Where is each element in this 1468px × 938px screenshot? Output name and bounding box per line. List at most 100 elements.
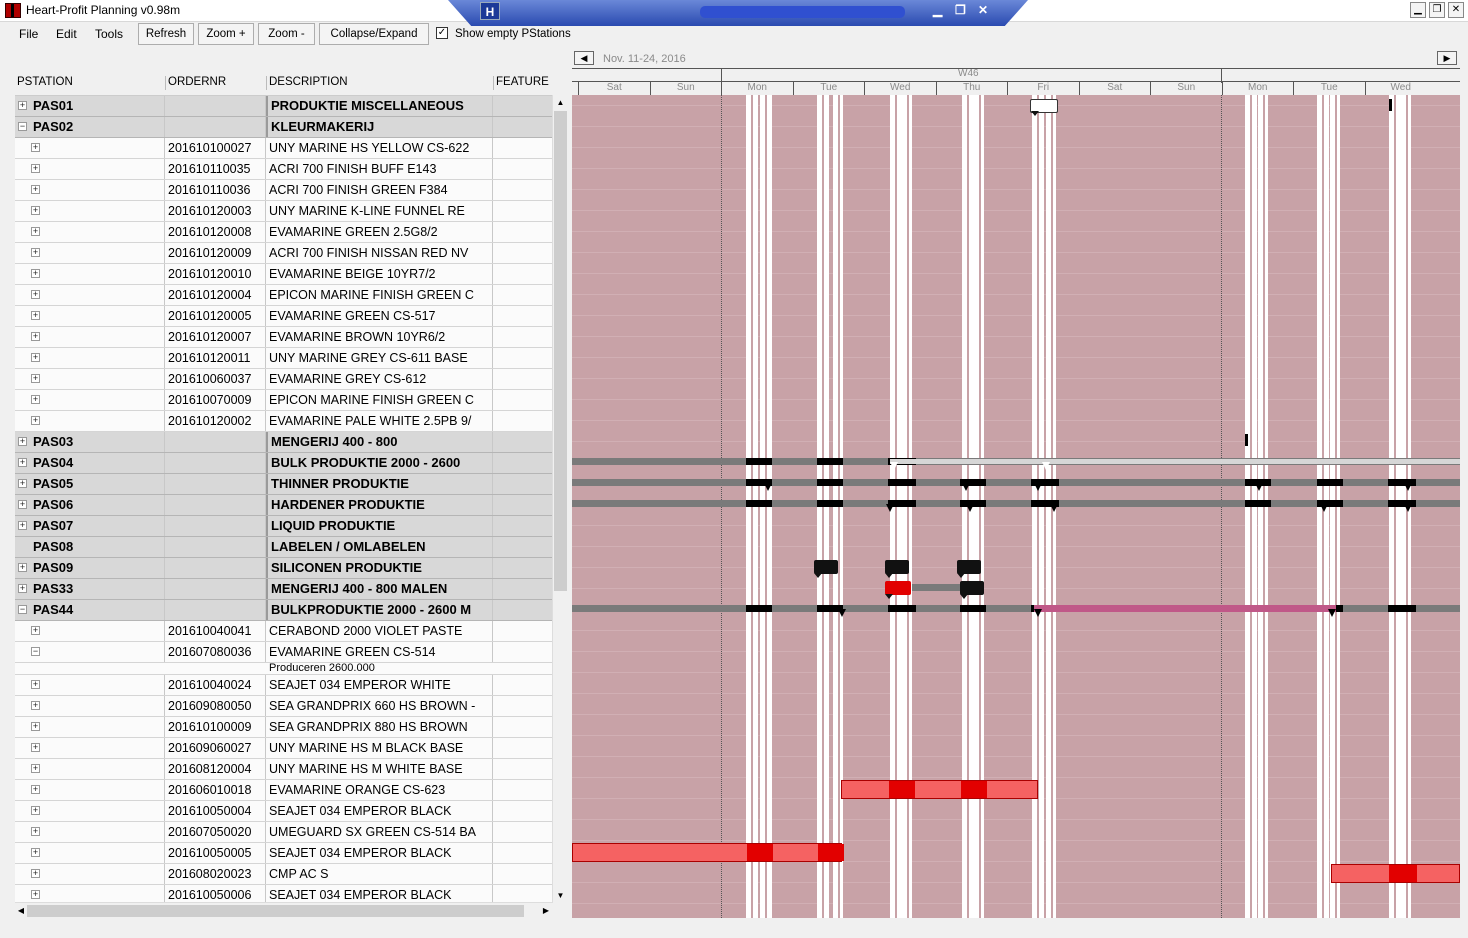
operation-marker-icon[interactable] <box>1404 504 1412 512</box>
column-header-description[interactable]: DESCRIPTION <box>269 76 348 88</box>
expand-icon[interactable]: + <box>31 806 40 815</box>
order-row[interactable]: +201610100009 SEA GRANDPRIX 880 HS BROWN <box>15 717 552 738</box>
remote-minimize-icon[interactable]: ▁ <box>933 3 942 17</box>
operation-marker-icon[interactable] <box>1320 504 1328 512</box>
expand-icon[interactable]: + <box>31 227 40 236</box>
expand-icon[interactable]: + <box>18 458 27 467</box>
vertical-scrollbar[interactable]: ▲ ▼ <box>552 95 568 903</box>
order-bar[interactable] <box>572 843 844 862</box>
order-row[interactable]: +201610060037 EVAMARINE GREY CS-612 <box>15 369 552 390</box>
operation-marker-icon[interactable] <box>1034 483 1042 491</box>
pstation-row[interactable]: − PAS02 KLEURMAKERIJ <box>15 117 552 138</box>
order-row[interactable]: +201610040041 CERABOND 2000 VIOLET PASTE <box>15 621 552 642</box>
expand-icon[interactable]: + <box>18 521 27 530</box>
order-row[interactable]: +201610050006 SEAJET 034 EMPEROR BLACK <box>15 885 552 903</box>
expand-icon[interactable]: + <box>31 722 40 731</box>
horizontal-scrollbar[interactable]: ◀ ▶ <box>15 902 552 918</box>
pstation-row[interactable]: + PAS07 LIQUID PRODUKTIE <box>15 516 552 537</box>
scroll-thumb[interactable] <box>554 111 567 591</box>
expand-icon[interactable]: + <box>31 143 40 152</box>
expand-icon[interactable]: + <box>31 701 40 710</box>
operation-tick[interactable] <box>1389 99 1392 111</box>
order-row[interactable]: +201610120003 UNY MARINE K-LINE FUNNEL RE <box>15 201 552 222</box>
operation-marker-icon[interactable] <box>764 483 772 491</box>
expand-icon[interactable]: + <box>18 437 27 446</box>
expand-icon[interactable]: + <box>31 764 40 773</box>
operation-row[interactable]: Produceren 2600.000 <box>15 662 552 675</box>
column-header-feature[interactable]: FEATURE <box>496 76 549 88</box>
order-row[interactable]: +201610120009 ACRI 700 FINISH NISSAN RED … <box>15 243 552 264</box>
pstation-row[interactable]: + PAS09 SILICONEN PRODUKTIE <box>15 558 552 579</box>
pstation-row[interactable]: PAS08 LABELEN / OMLABELEN <box>15 537 552 558</box>
order-row[interactable]: +201610120010 EVAMARINE BEIGE 10YR7/2 <box>15 264 552 285</box>
order-row[interactable]: +201610040024 SEAJET 034 EMPEROR WHITE <box>15 675 552 696</box>
expand-icon[interactable]: + <box>31 353 40 362</box>
order-row[interactable]: +201610050005 SEAJET 034 EMPEROR BLACK <box>15 843 552 864</box>
menu-edit[interactable]: Edit <box>56 27 77 41</box>
operation-marker-icon[interactable] <box>1404 483 1412 491</box>
collapse-icon[interactable]: − <box>18 605 27 614</box>
order-row[interactable]: +201610110035 ACRI 700 FINISH BUFF E143 <box>15 159 552 180</box>
expand-icon[interactable]: + <box>31 248 40 257</box>
zoom-out-button[interactable]: Zoom - <box>258 23 315 45</box>
pstation-row[interactable]: + PAS33 MENGERIJ 400 - 800 MALEN <box>15 579 552 600</box>
operation-block[interactable] <box>885 560 909 578</box>
zoom-in-button[interactable]: Zoom + <box>198 23 254 45</box>
menu-tools[interactable]: Tools <box>95 27 123 41</box>
pstation-row[interactable]: + PAS03 MENGERIJ 400 - 800 <box>15 432 552 453</box>
expand-icon[interactable]: + <box>18 563 27 572</box>
operation-block[interactable] <box>1030 99 1058 116</box>
triangle-right-icon[interactable]: ▶ <box>1437 51 1457 65</box>
order-row[interactable]: +201608120004 UNY MARINE HS M WHITE BASE <box>15 759 552 780</box>
expand-icon[interactable]: + <box>31 743 40 752</box>
order-bar[interactable] <box>841 780 1038 799</box>
operation-marker-icon[interactable] <box>1042 462 1050 470</box>
triangle-left-icon[interactable]: ◀ <box>574 51 594 65</box>
expand-icon[interactable]: + <box>31 785 40 794</box>
operation-block[interactable] <box>885 581 911 599</box>
close-icon[interactable]: ✕ <box>1448 2 1464 18</box>
operation-block[interactable] <box>814 560 838 578</box>
expand-icon[interactable]: + <box>31 680 40 689</box>
station-track-light[interactable] <box>890 459 1460 464</box>
operation-marker-icon[interactable] <box>966 504 974 512</box>
pstation-row[interactable]: + PAS01 PRODUKTIE MISCELLANEOUS <box>15 96 552 117</box>
refresh-button[interactable]: Refresh <box>138 23 194 45</box>
order-row[interactable]: +201609080050 SEA GRANDPRIX 660 HS BROWN … <box>15 696 552 717</box>
order-row[interactable]: +201610050004 SEAJET 034 EMPEROR BLACK <box>15 801 552 822</box>
scroll-down-icon[interactable]: ▼ <box>553 888 568 903</box>
expand-icon[interactable]: + <box>31 890 40 899</box>
expand-icon[interactable]: + <box>18 500 27 509</box>
scroll-up-icon[interactable]: ▲ <box>553 95 568 110</box>
restore-icon[interactable]: ❐ <box>1429 2 1445 18</box>
order-row[interactable]: +201607050020 UMEGUARD SX GREEN CS-514 BA <box>15 822 552 843</box>
collapse-expand-button[interactable]: Collapse/Expand <box>319 23 429 45</box>
scroll-right-icon[interactable]: ▶ <box>540 903 552 919</box>
operation-tick[interactable] <box>1245 434 1248 446</box>
order-row[interactable]: +201609060027 UNY MARINE HS M BLACK BASE <box>15 738 552 759</box>
order-row[interactable]: +201606010018 EVAMARINE ORANGE CS-623 <box>15 780 552 801</box>
show-empty-checkbox[interactable]: ✓ <box>436 27 448 39</box>
collapse-icon[interactable]: − <box>31 647 40 656</box>
expand-icon[interactable]: + <box>31 332 40 341</box>
operation-marker-icon[interactable] <box>962 483 970 491</box>
pstation-row[interactable]: + PAS04 BULK PRODUKTIE 2000 - 2600 <box>15 453 552 474</box>
expand-icon[interactable]: + <box>31 374 40 383</box>
station-track[interactable] <box>572 479 1460 486</box>
menu-file[interactable]: File <box>19 27 38 41</box>
minimize-icon[interactable]: ▁ <box>1410 2 1426 18</box>
expand-icon[interactable]: + <box>18 101 27 110</box>
expand-icon[interactable]: + <box>31 311 40 320</box>
hscroll-thumb[interactable] <box>27 905 524 917</box>
operation-marker-icon[interactable] <box>890 462 898 470</box>
operation-marker-icon[interactable] <box>1050 504 1058 512</box>
expand-icon[interactable]: + <box>31 848 40 857</box>
order-row[interactable]: +201610120007 EVAMARINE BROWN 10YR6/2 <box>15 327 552 348</box>
operation-marker-icon[interactable] <box>838 609 846 617</box>
expand-icon[interactable]: + <box>31 206 40 215</box>
operation-marker-icon[interactable] <box>1255 483 1263 491</box>
order-row[interactable]: +201610110036 ACRI 700 FINISH GREEN F384 <box>15 180 552 201</box>
pstation-row[interactable]: − PAS44 BULKPRODUKTIE 2000 - 2600 M <box>15 600 552 621</box>
expand-icon[interactable]: + <box>18 479 27 488</box>
operation-marker-icon[interactable] <box>1034 609 1042 617</box>
